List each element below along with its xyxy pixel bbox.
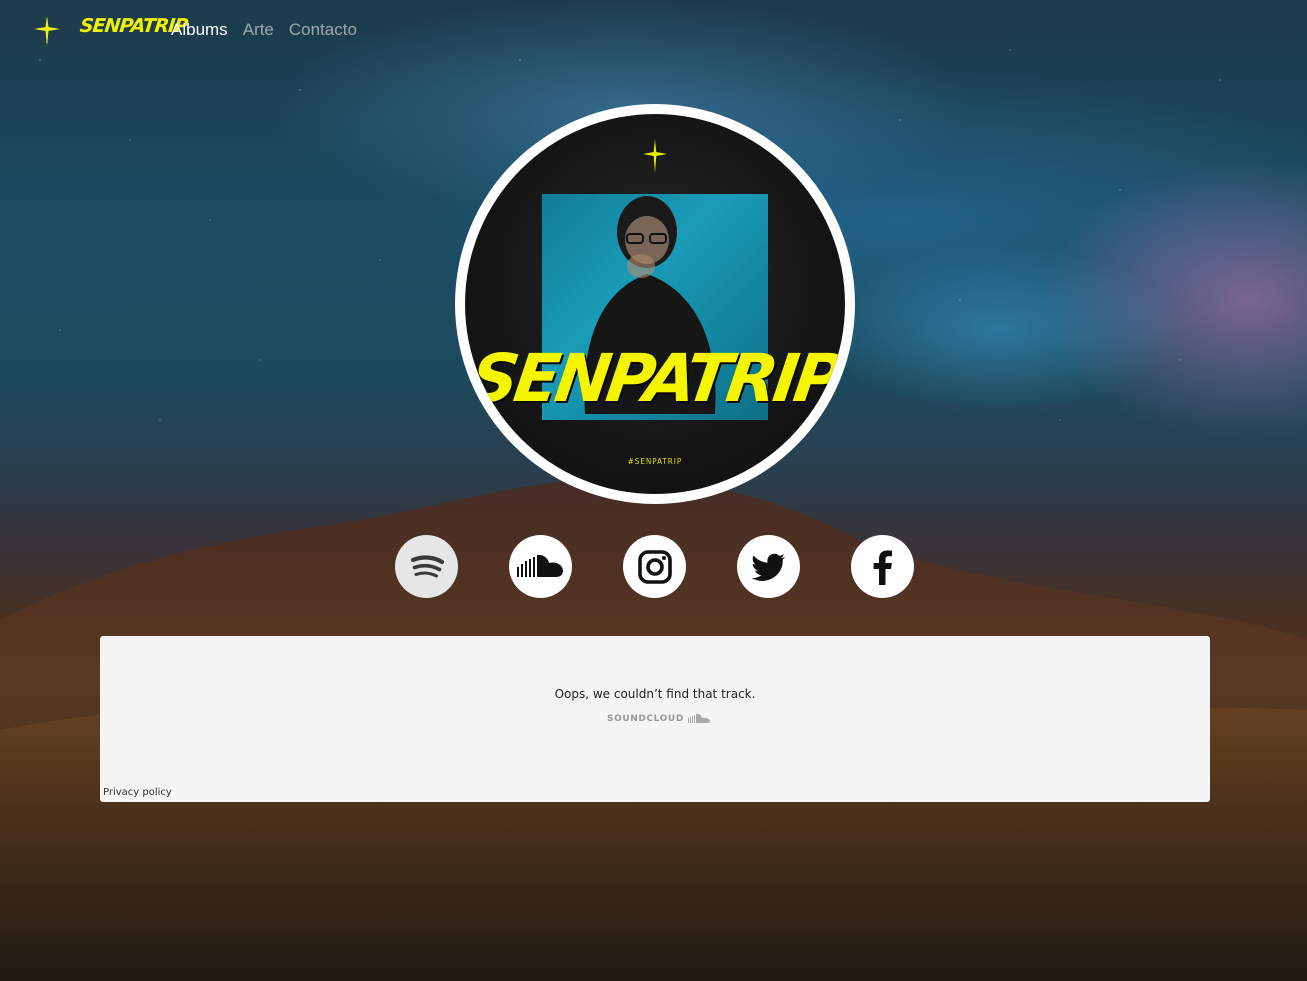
soundcloud-brand-link[interactable]: SOUNDCLOUD [607, 713, 712, 724]
embed-error-message: Oops, we couldn’t find that track. [554, 687, 756, 701]
privacy-policy-link[interactable]: Privacy policy [103, 787, 172, 798]
soundcloud-icon [516, 554, 563, 577]
facebook-icon [873, 550, 892, 585]
nav-links: Albums Arte Contacto [171, 20, 357, 40]
twitter-icon [751, 553, 785, 581]
page: SENPATRIP Albums Arte Contacto SENPATRIP… [0, 0, 1307, 981]
instagram-icon [637, 549, 672, 584]
profile-avatar: SENPATRIP #SENPATRIP [455, 104, 855, 504]
person-silhouette [584, 196, 716, 414]
spotify-button[interactable] [395, 535, 458, 598]
soundcloud-icon [687, 713, 710, 723]
spotify-icon [410, 554, 444, 577]
soundcloud-embed: Oops, we couldn’t find that track. SOUND… [100, 636, 1210, 802]
nav-link-albums[interactable]: Albums [171, 20, 228, 40]
cover-title: SENPATRIP [465, 340, 845, 417]
star-cross-icon[interactable] [33, 15, 61, 47]
twitter-button[interactable] [737, 535, 800, 598]
top-navbar: SENPATRIP Albums Arte Contacto [0, 0, 1307, 62]
instagram-button[interactable] [623, 535, 686, 598]
cover-hashtag: #SENPATRIP [627, 457, 683, 466]
nav-link-arte[interactable]: Arte [243, 20, 274, 40]
facebook-button[interactable] [851, 535, 914, 598]
soundcloud-button[interactable] [509, 535, 572, 598]
nav-link-contacto[interactable]: Contacto [289, 20, 357, 40]
album-cover-image: SENPATRIP #SENPATRIP [465, 114, 845, 494]
soundcloud-brand-text: SOUNDCLOUD [607, 713, 684, 724]
